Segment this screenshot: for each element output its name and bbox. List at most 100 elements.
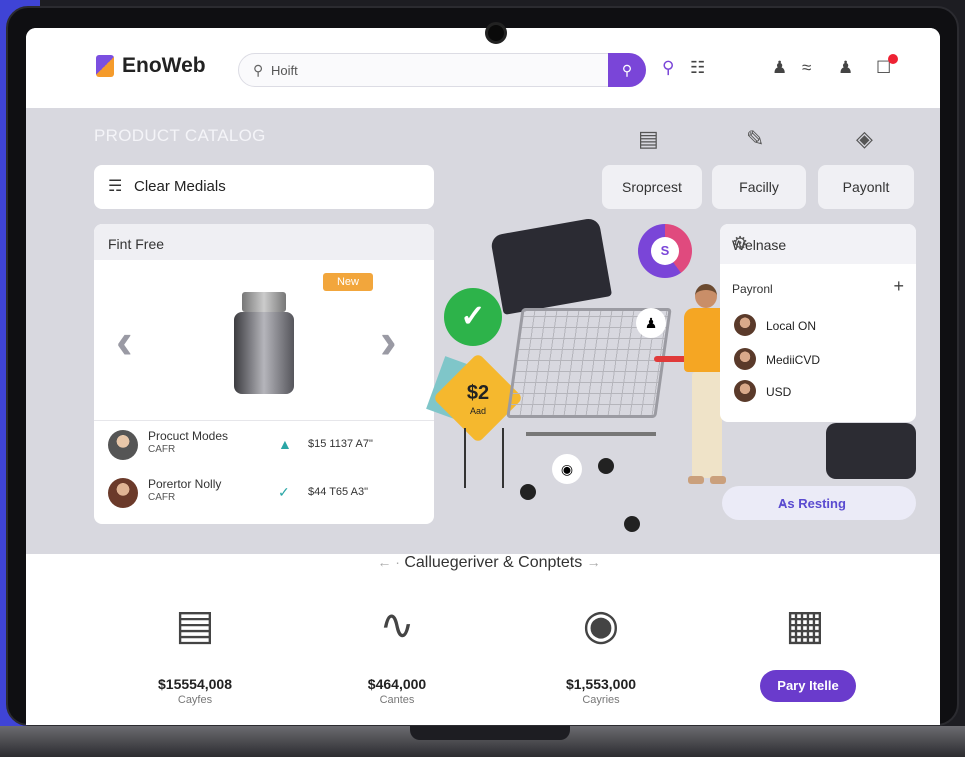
- filter-box[interactable]: ☴ Clear Medials: [94, 165, 434, 209]
- avatar: [734, 348, 756, 370]
- avatar: [734, 314, 756, 336]
- tab-payonlt[interactable]: Payonlt: [818, 165, 914, 209]
- item-label: USD: [766, 385, 792, 399]
- map-icon[interactable]: ☷: [690, 58, 705, 78]
- chevron-right-icon[interactable]: ›: [380, 312, 397, 370]
- stat-value: $1,553,000: [565, 676, 637, 692]
- person-legs: [692, 372, 722, 478]
- divider: [94, 420, 434, 421]
- rating-select[interactable]: As Resting ⌄: [722, 486, 916, 520]
- stat-1: ▤ $15554,008 Cayfes: [120, 596, 270, 706]
- stat-label: Cantes: [379, 694, 415, 706]
- stat-3: ◉ $1,553,000 Cayries: [526, 596, 676, 706]
- edit-icon[interactable]: ✎: [746, 126, 764, 152]
- price-sub: Aad: [469, 406, 486, 416]
- product-image[interactable]: [234, 292, 294, 394]
- search-icon: ⚲: [253, 62, 264, 78]
- chevron-left-icon[interactable]: ‹: [116, 312, 133, 370]
- tag-icon[interactable]: ◈: [856, 126, 873, 152]
- network-icon: ▦: [785, 601, 825, 648]
- webcam: [485, 22, 507, 44]
- item-name: Procuct Modes: [148, 429, 229, 443]
- user-icon[interactable]: ♟: [772, 58, 787, 78]
- chart-icon: ∿: [379, 601, 415, 648]
- new-badge: New: [323, 273, 373, 291]
- screen: EnoWeb ⚲ ⚲ ⚲ ☷ ♟ ≈ ♟ ☐ PRODUCT CATALOG ▤…: [26, 28, 940, 725]
- chart-icon: ◉: [552, 454, 582, 484]
- arrow-left-icon[interactable]: ← ·: [377, 554, 400, 570]
- wheel: [520, 484, 536, 500]
- search-input[interactable]: [271, 60, 601, 80]
- logo-text: EnoWeb: [122, 54, 206, 77]
- item-sub: CAFR: [148, 444, 176, 455]
- stat-label: Cayfes: [177, 694, 213, 706]
- logo[interactable]: EnoWeb: [96, 54, 206, 78]
- section-title: ← · Calluegeriver & Conptets →: [26, 554, 940, 572]
- person-shoe: [710, 476, 726, 484]
- pie-label: S: [651, 237, 679, 265]
- easel-illustration: [464, 428, 504, 488]
- logo-icon: [96, 55, 114, 77]
- product-card-title: Fint Free: [108, 236, 165, 252]
- lock-icon: ▲: [278, 436, 292, 452]
- avatar: [108, 430, 138, 460]
- wheel: [598, 458, 614, 474]
- pay-button[interactable]: Pary Itelle: [760, 670, 856, 702]
- list-item[interactable]: Porertor Nolly CAFR ✓ $44 T65 A3": [94, 472, 434, 516]
- wifi-icon[interactable]: ≈: [802, 58, 811, 78]
- stat-2: ∿ $464,000 Cantes: [322, 596, 472, 706]
- product-card: Fint Free ‹ › New Procuct Modes CAFR ▲ $…: [94, 224, 434, 524]
- stat-value: $464,000: [367, 676, 427, 692]
- item-sub: CAFR: [148, 492, 176, 503]
- stat-label: Cayries: [582, 694, 620, 706]
- person-head: [695, 284, 717, 308]
- search-button[interactable]: ⚲: [608, 53, 646, 87]
- chart-icon: ✓: [278, 484, 290, 500]
- item-price: $44 T65 A3": [308, 486, 368, 498]
- basket-icon: ☴: [108, 178, 123, 195]
- item-label: MediiCVD: [766, 353, 821, 367]
- stat-4: ▦: [730, 596, 880, 654]
- person-shoe: [688, 476, 704, 484]
- add-icon[interactable]: +: [893, 276, 904, 297]
- jar-body: [234, 312, 294, 394]
- notification-badge: [888, 54, 898, 64]
- account-icon[interactable]: ♟: [838, 58, 853, 78]
- search-icon[interactable]: ⚲: [662, 58, 674, 78]
- price-tag-text: $2 Aad: [456, 382, 500, 420]
- wheel: [624, 516, 640, 532]
- section-title-text: Calluegeriver & Conptets: [404, 554, 583, 571]
- laptop-base: [0, 726, 965, 757]
- laptop-notch: [410, 726, 570, 740]
- filter-label: Clear Medials: [134, 178, 226, 195]
- tab-facilly[interactable]: Facilly: [712, 165, 806, 209]
- price-value: $2: [466, 382, 490, 404]
- page-title: PRODUCT CATALOG: [94, 126, 266, 145]
- avatar: [108, 478, 138, 508]
- check-icon: ✓: [444, 288, 502, 346]
- donut-chart-icon: S: [638, 224, 692, 278]
- right-panel: Welnase ⚙ Payronl + Local ON MediiCVD US…: [720, 224, 916, 422]
- stat-value: $15554,008: [158, 676, 232, 692]
- item-label: Local ON: [766, 319, 817, 333]
- tab-sroprcest[interactable]: Sroprcest: [602, 165, 702, 209]
- shopping-illustration: ✓ $2 Aad S ♟ ◉: [426, 217, 730, 548]
- item-name: Porertor Nolly: [148, 477, 222, 491]
- product-card-header: Fint Free: [94, 224, 434, 260]
- profile-icon: ♟: [636, 308, 666, 338]
- arrow-right-icon[interactable]: →: [587, 554, 601, 570]
- list-item[interactable]: Procuct Modes CAFR ▲ $15 1137 A7": [94, 424, 434, 468]
- item-price: $15 1137 A7": [308, 438, 373, 450]
- header: EnoWeb ⚲ ⚲ ⚲ ☷ ♟ ≈ ♟ ☐: [26, 28, 940, 108]
- case-illustration: [826, 423, 916, 479]
- chevron-down-icon: ⌄: [778, 495, 789, 509]
- globe-icon: ◉: [582, 601, 620, 648]
- document-icon[interactable]: ▤: [638, 126, 659, 152]
- document-icon: ▤: [175, 601, 215, 648]
- bag-illustration: [489, 217, 613, 315]
- section-label: Payronl: [732, 282, 773, 296]
- gear-icon[interactable]: ⚙: [732, 233, 904, 254]
- avatar: [734, 380, 756, 402]
- cart-base: [526, 432, 656, 436]
- right-panel-header: Welnase ⚙: [720, 224, 916, 264]
